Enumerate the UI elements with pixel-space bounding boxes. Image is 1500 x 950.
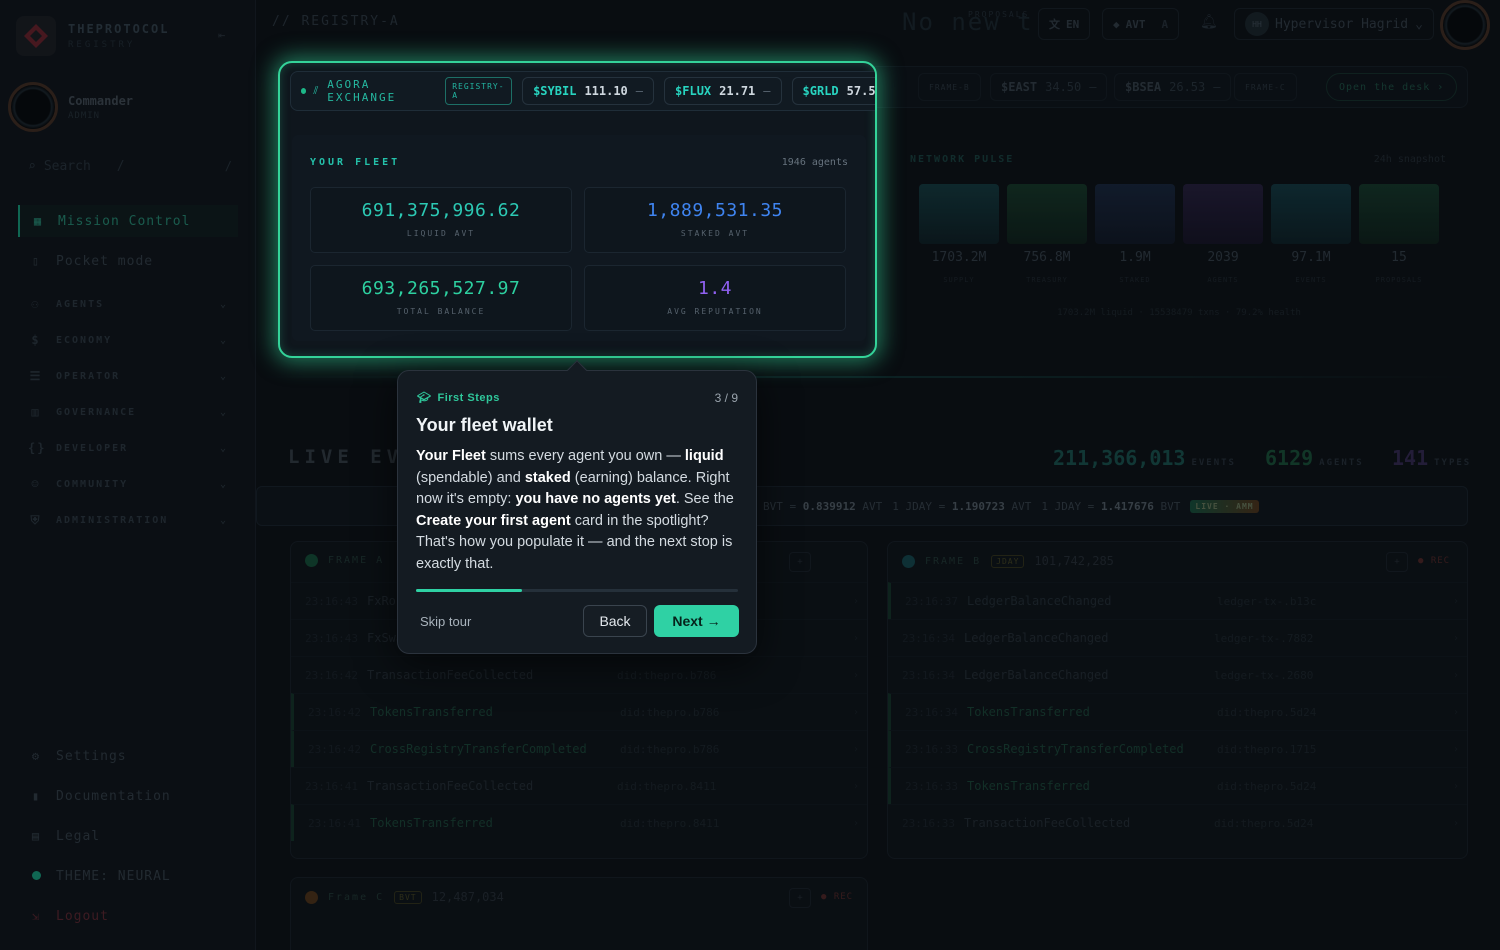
ticker-change: – xyxy=(635,84,644,98)
ticker-symbol: $GRLD xyxy=(802,84,839,98)
ticker-price: 111.10 xyxy=(584,84,628,98)
reputation-label: AVG REPUTATION xyxy=(667,307,763,316)
reputation-value: 1.4 xyxy=(697,278,732,299)
ticker-item-grld[interactable]: $GRLD 57.50 – xyxy=(791,77,876,105)
liquid-value: 691,375,996.62 xyxy=(361,200,521,221)
live-dot-icon xyxy=(301,88,307,94)
tour-step-counter: 3 / 9 xyxy=(714,391,738,405)
total-label: TOTAL BALANCE xyxy=(396,307,486,316)
fleet-title: YOUR FLEET xyxy=(310,157,401,168)
tour-badge: 🎓︎ First Steps xyxy=(417,391,500,405)
staked-label: STAKED AVT xyxy=(680,229,750,238)
ticker-item-sybil[interactable]: $SYBIL 111.10 – xyxy=(522,77,655,105)
back-button[interactable]: Back xyxy=(583,605,647,637)
total-value: 693,265,527.97 xyxy=(361,278,521,299)
ticker-item-flux[interactable]: $FLUX 21.71 – xyxy=(664,77,782,105)
ticker-symbol: $FLUX xyxy=(675,84,712,98)
ticker-price: 57.50 xyxy=(846,84,876,98)
next-button[interactable]: Next → xyxy=(654,605,739,637)
exchange-name: AGORA EXCHANGE xyxy=(327,78,397,104)
skip-tour-button[interactable]: Skip tour xyxy=(420,614,471,629)
ticker-symbol: $SYBIL xyxy=(533,84,577,98)
total-balance-cell: 693,265,527.97 TOTAL BALANCE xyxy=(310,265,572,331)
pulse-icon: ⫽ xyxy=(313,84,321,97)
tour-badge-label: First Steps xyxy=(437,391,500,404)
app-root: THEPROTOCOL REGISTRY ⇤ Commander ADMIN ⌕… xyxy=(0,0,1500,950)
tour-body: Your Fleet sums every agent you own — li… xyxy=(416,448,734,572)
reputation-cell: 1.4 AVG REPUTATION xyxy=(584,265,846,331)
registry-chip[interactable]: REGISTRY-A xyxy=(445,77,513,105)
staked-balance-cell: 1,889,531.35 STAKED AVT xyxy=(584,187,846,253)
liquid-label: LIQUID AVT xyxy=(406,229,476,238)
tour-spotlight: ⫽ AGORA EXCHANGE REGISTRY-A $SYBIL 111.1… xyxy=(278,61,877,358)
ticker-price: 21.71 xyxy=(719,84,756,98)
liquid-balance-cell: 691,375,996.62 LIQUID AVT xyxy=(310,187,572,253)
ticker-change: – xyxy=(763,84,771,98)
tour-title: Your fleet wallet xyxy=(416,415,553,435)
tour-popover: 🎓︎ First Steps 3 / 9 Your fleet wallet Y… xyxy=(397,360,757,654)
tour-progress-bar xyxy=(416,589,738,592)
staked-value: 1,889,531.35 xyxy=(646,200,784,221)
agora-ticker: ⫽ AGORA EXCHANGE REGISTRY-A $SYBIL 111.1… xyxy=(290,71,876,111)
graduation-cap-icon: 🎓︎ xyxy=(417,392,432,404)
fleet-agent-count: 1946 agents xyxy=(781,157,848,168)
agora-exchange-label[interactable]: ⫽ AGORA EXCHANGE xyxy=(301,78,435,104)
tour-progress-fill xyxy=(416,589,523,592)
fleet-card: YOUR FLEET 1946 agents 691,375,996.62 LI… xyxy=(292,135,866,341)
